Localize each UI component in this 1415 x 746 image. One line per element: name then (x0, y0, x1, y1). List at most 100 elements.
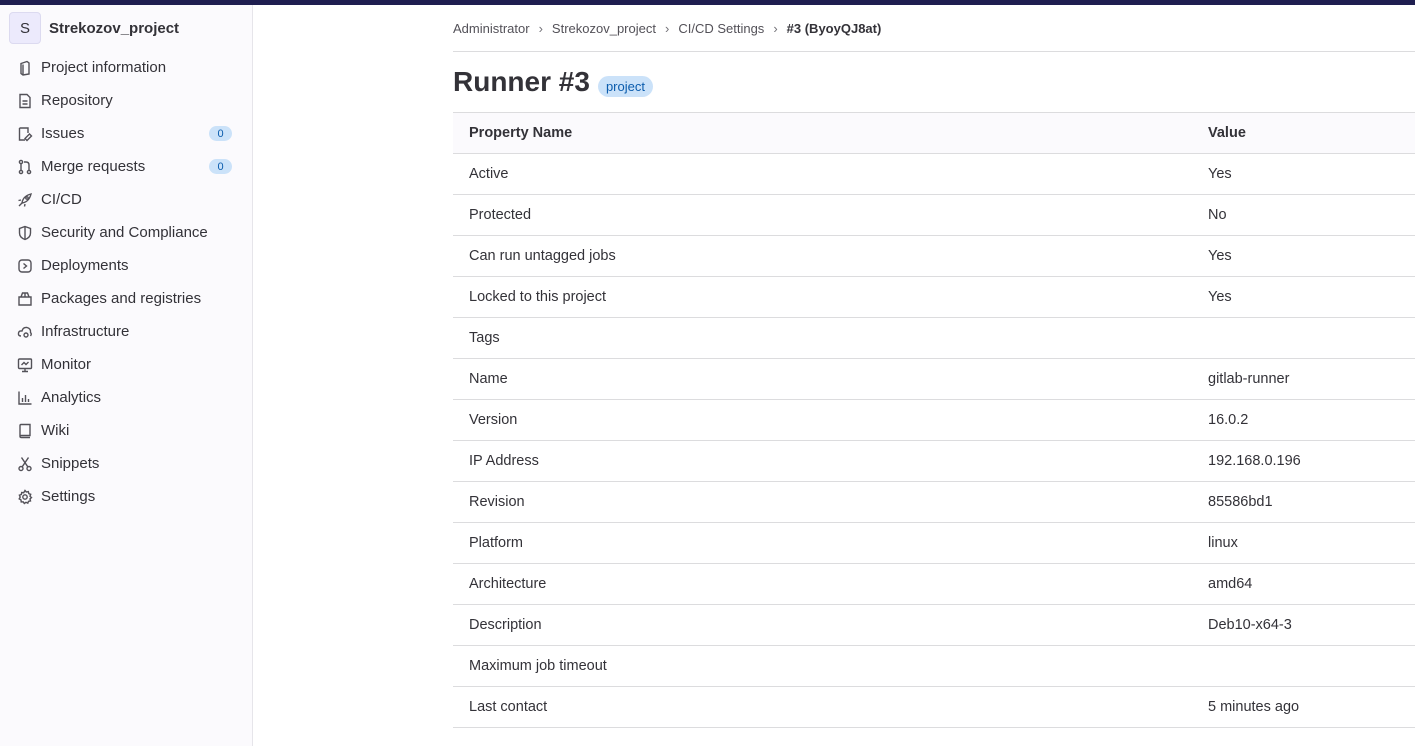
property-value: gitlab-runner (1208, 358, 1415, 400)
sidebar-item-label: CI/CD (41, 191, 82, 208)
property-value: Deb10-x64-3 (1208, 604, 1415, 646)
project-avatar[interactable]: S (9, 12, 41, 44)
monitor-icon (16, 356, 34, 374)
table-row: Can run untagged jobs Yes (453, 235, 1415, 277)
sidebar-item-repository[interactable]: Repository (0, 84, 252, 117)
table-row: Tags (453, 317, 1415, 359)
property-value: 192.168.0.196 (1208, 440, 1415, 482)
book-icon (16, 422, 34, 440)
sidebar-item-deployments[interactable]: Deployments (0, 249, 252, 282)
sidebar: S Strekozov_project Project information … (0, 5, 253, 746)
property-name: Can run untagged jobs (453, 235, 1208, 277)
header-value: Value (1208, 112, 1415, 154)
scissors-icon (16, 455, 34, 473)
project-name[interactable]: Strekozov_project (49, 20, 179, 37)
property-name: Platform (453, 522, 1208, 564)
property-value: 5 minutes ago (1208, 686, 1415, 728)
sidebar-item-issues[interactable]: Issues 0 (0, 117, 252, 150)
breadcrumb-ci-cd-settings[interactable]: CI/CD Settings (678, 21, 764, 36)
property-name: Name (453, 358, 1208, 400)
property-name: Protected (453, 194, 1208, 236)
sidebar-item-label: Analytics (41, 389, 102, 406)
project-header[interactable]: S Strekozov_project (0, 5, 252, 51)
breadcrumb-runner[interactable]: #3 (ByoyQJ8at) (787, 21, 882, 36)
shield-icon (16, 224, 34, 242)
sidebar-item-merge-requests[interactable]: Merge requests 0 (0, 150, 252, 183)
property-name: Maximum job timeout (453, 645, 1208, 687)
table-row: Architecture amd64 (453, 563, 1415, 605)
table-row: Description Deb10-x64-3 (453, 604, 1415, 646)
issues-icon (16, 125, 34, 143)
property-name: IP Address (453, 440, 1208, 482)
property-value: Yes (1208, 276, 1415, 318)
gear-icon (16, 488, 34, 506)
table-row: Version 16.0.2 (453, 399, 1415, 441)
sidebar-item-label: Monitor (41, 356, 92, 373)
property-name: Description (453, 604, 1208, 646)
document-icon (16, 92, 34, 110)
property-value: linux (1208, 522, 1415, 564)
table-row: Name gitlab-runner (453, 358, 1415, 400)
sidebar-item-project-information[interactable]: Project information (0, 51, 252, 84)
sidebar-item-label: Issues (41, 125, 85, 142)
header-property-name: Property Name (453, 112, 1208, 154)
sidebar-item-snippets[interactable]: Snippets (0, 447, 252, 480)
property-value (1208, 645, 1415, 687)
sidebar-item-label: Packages and registries (41, 290, 202, 307)
issues-count-badge: 0 (209, 126, 232, 141)
merge-request-icon (16, 158, 34, 176)
property-name: Last contact (453, 686, 1208, 728)
sidebar-item-label: Project information (41, 59, 167, 76)
deployments-icon (16, 257, 34, 275)
chevron-right-icon: › (664, 20, 670, 36)
breadcrumb-project[interactable]: Strekozov_project (552, 21, 656, 36)
sidebar-item-label: Security and Compliance (41, 224, 208, 241)
sidebar-nav: Project information Repository Issues 0 … (0, 51, 252, 513)
property-value: Yes (1208, 235, 1415, 277)
property-name: Architecture (453, 563, 1208, 605)
merge-requests-count-badge: 0 (209, 159, 232, 174)
property-name: Version (453, 399, 1208, 441)
sidebar-item-label: Infrastructure (41, 323, 130, 340)
property-value: 16.0.2 (1208, 399, 1415, 441)
property-name: Locked to this project (453, 276, 1208, 318)
chart-icon (16, 389, 34, 407)
property-value (1208, 317, 1415, 359)
table-row: Active Yes (453, 153, 1415, 195)
table-row: Protected No (453, 194, 1415, 236)
property-name: Revision (453, 481, 1208, 523)
sidebar-item-settings[interactable]: Settings (0, 480, 252, 513)
sidebar-item-label: Deployments (41, 257, 129, 274)
property-name: Active (453, 153, 1208, 195)
property-name: Tags (453, 317, 1208, 359)
sidebar-item-security[interactable]: Security and Compliance (0, 216, 252, 249)
property-value: 85586bd1 (1208, 481, 1415, 523)
table-row: IP Address 192.168.0.196 (453, 440, 1415, 482)
runner-type-badge: project (597, 75, 653, 97)
main-content: Administrator › Strekozov_project › CI/C… (453, 5, 1415, 746)
rocket-icon (16, 191, 34, 209)
property-value: No (1208, 194, 1415, 236)
breadcrumb-administrator[interactable]: Administrator (453, 21, 530, 36)
sidebar-item-label: Repository (41, 92, 113, 109)
table-row: Revision 85586bd1 (453, 481, 1415, 523)
sidebar-item-wiki[interactable]: Wiki (0, 414, 252, 447)
table-header-row: Property Name Value (453, 112, 1415, 154)
runner-properties-table: Property Name Value Active Yes Protected N… (453, 112, 1415, 728)
sidebar-item-ci-cd[interactable]: CI/CD (0, 183, 252, 216)
title-row: Runner #3 project (453, 52, 1415, 112)
chevron-right-icon: › (538, 20, 543, 36)
project-info-icon (16, 59, 34, 77)
sidebar-item-packages[interactable]: Packages and registries (0, 282, 252, 315)
property-value: amd64 (1208, 563, 1415, 605)
breadcrumb: Administrator › Strekozov_project › CI/C… (453, 5, 1415, 52)
table-row: Last contact 5 minutes ago (453, 686, 1415, 728)
sidebar-item-label: Wiki (41, 422, 70, 439)
table-row: Platform linux (453, 522, 1415, 564)
sidebar-item-label: Merge requests (41, 158, 146, 175)
sidebar-item-monitor[interactable]: Monitor (0, 348, 252, 381)
sidebar-item-infrastructure[interactable]: Infrastructure (0, 315, 252, 348)
sidebar-item-analytics[interactable]: Analytics (0, 381, 252, 414)
package-icon (16, 290, 34, 308)
page-title: Runner #3 (453, 66, 590, 97)
